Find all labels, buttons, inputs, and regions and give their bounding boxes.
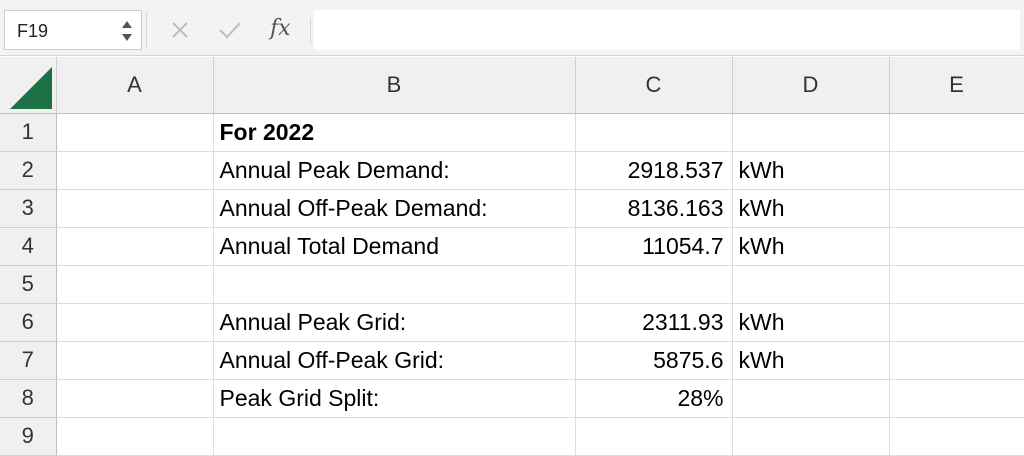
cell-c2[interactable]: 2918.537 xyxy=(575,151,733,190)
cell-b1[interactable]: For 2022 xyxy=(213,113,576,152)
cell-a6[interactable] xyxy=(56,303,214,342)
chevron-up-down-icon[interactable] xyxy=(121,17,133,45)
row-header[interactable]: 6 xyxy=(0,303,57,342)
table-row: 7 Annual Off-Peak Grid: 5875.6 kWh xyxy=(0,341,1024,380)
table-row: 6 Annual Peak Grid: 2311.93 kWh xyxy=(0,303,1024,342)
cell-a4[interactable] xyxy=(56,227,214,266)
cell-e7[interactable] xyxy=(889,341,1024,380)
row-header[interactable]: 2 xyxy=(0,151,57,190)
column-header-c[interactable]: C xyxy=(575,57,733,114)
row-header[interactable]: 8 xyxy=(0,379,57,418)
cell-d8[interactable] xyxy=(732,379,890,418)
cell-e4[interactable] xyxy=(889,227,1024,266)
column-header-d[interactable]: D xyxy=(732,57,890,114)
cell-d2[interactable]: kWh xyxy=(732,151,890,190)
cell-e3[interactable] xyxy=(889,189,1024,228)
cell-c7[interactable]: 5875.6 xyxy=(575,341,733,380)
cell-b9[interactable] xyxy=(213,417,576,456)
fx-icon[interactable]: fx xyxy=(270,16,291,41)
cell-d1[interactable] xyxy=(732,113,890,152)
cell-d6[interactable]: kWh xyxy=(732,303,890,342)
cell-e8[interactable] xyxy=(889,379,1024,418)
table-row: 1 For 2022 xyxy=(0,113,1024,152)
cell-b7[interactable]: Annual Off-Peak Grid: xyxy=(213,341,576,380)
cell-a3[interactable] xyxy=(56,189,214,228)
cell-b6[interactable]: Annual Peak Grid: xyxy=(213,303,576,342)
formula-bar-divider xyxy=(146,12,147,48)
row-header[interactable]: 9 xyxy=(0,417,57,456)
table-row: 9 xyxy=(0,417,1024,456)
table-row: 5 xyxy=(0,265,1024,304)
cell-b4[interactable]: Annual Total Demand xyxy=(213,227,576,266)
cell-e1[interactable] xyxy=(889,113,1024,152)
cell-d4[interactable]: kWh xyxy=(732,227,890,266)
cell-c5[interactable] xyxy=(575,265,733,304)
table-row: 3 Annual Off-Peak Demand: 8136.163 kWh xyxy=(0,189,1024,228)
formula-input[interactable] xyxy=(314,10,1020,50)
cell-c9[interactable] xyxy=(575,417,733,456)
row-header[interactable]: 1 xyxy=(0,113,57,152)
cell-c8[interactable]: 28% xyxy=(575,379,733,418)
spreadsheet-grid: A B C D E 1 For 2022 2 Annual Peak Deman… xyxy=(0,57,1024,456)
cell-b2[interactable]: Annual Peak Demand: xyxy=(213,151,576,190)
cell-e6[interactable] xyxy=(889,303,1024,342)
table-row: 4 Annual Total Demand 11054.7 kWh xyxy=(0,227,1024,266)
name-box-cell-ref: F19 xyxy=(17,21,49,41)
cell-a7[interactable] xyxy=(56,341,214,380)
cell-a5[interactable] xyxy=(56,265,214,304)
column-header-row: A B C D E xyxy=(0,57,1024,114)
row-header[interactable]: 5 xyxy=(0,265,57,304)
cell-b5[interactable] xyxy=(213,265,576,304)
select-all-button[interactable] xyxy=(0,57,57,114)
select-all-triangle-icon xyxy=(9,66,52,109)
cell-d7[interactable]: kWh xyxy=(732,341,890,380)
cell-c4[interactable]: 11054.7 xyxy=(575,227,733,266)
cell-b3[interactable]: Annual Off-Peak Demand: xyxy=(213,189,576,228)
column-header-a[interactable]: A xyxy=(56,57,214,114)
cell-a8[interactable] xyxy=(56,379,214,418)
column-header-b[interactable]: B xyxy=(213,57,576,114)
cell-d9[interactable] xyxy=(732,417,890,456)
cell-c6[interactable]: 2311.93 xyxy=(575,303,733,342)
cell-d3[interactable]: kWh xyxy=(732,189,890,228)
cell-b8[interactable]: Peak Grid Split: xyxy=(213,379,576,418)
row-header[interactable]: 4 xyxy=(0,227,57,266)
cell-a2[interactable] xyxy=(56,151,214,190)
name-box[interactable]: F19 xyxy=(4,10,142,50)
x-icon[interactable] xyxy=(170,20,190,40)
cell-c3[interactable]: 8136.163 xyxy=(575,189,733,228)
cell-d5[interactable] xyxy=(732,265,890,304)
row-header[interactable]: 7 xyxy=(0,341,57,380)
table-row: 2 Annual Peak Demand: 2918.537 kWh xyxy=(0,151,1024,190)
row-header[interactable]: 3 xyxy=(0,189,57,228)
cell-e5[interactable] xyxy=(889,265,1024,304)
table-row: 8 Peak Grid Split: 28% xyxy=(0,379,1024,418)
column-header-e[interactable]: E xyxy=(889,57,1024,114)
cell-c1[interactable] xyxy=(575,113,733,152)
cell-e9[interactable] xyxy=(889,417,1024,456)
checkmark-icon[interactable] xyxy=(218,20,242,40)
formula-bar: F19 fx xyxy=(0,0,1024,56)
cell-a9[interactable] xyxy=(56,417,214,456)
cell-a1[interactable] xyxy=(56,113,214,152)
cell-e2[interactable] xyxy=(889,151,1024,190)
formula-input-divider xyxy=(310,18,311,44)
